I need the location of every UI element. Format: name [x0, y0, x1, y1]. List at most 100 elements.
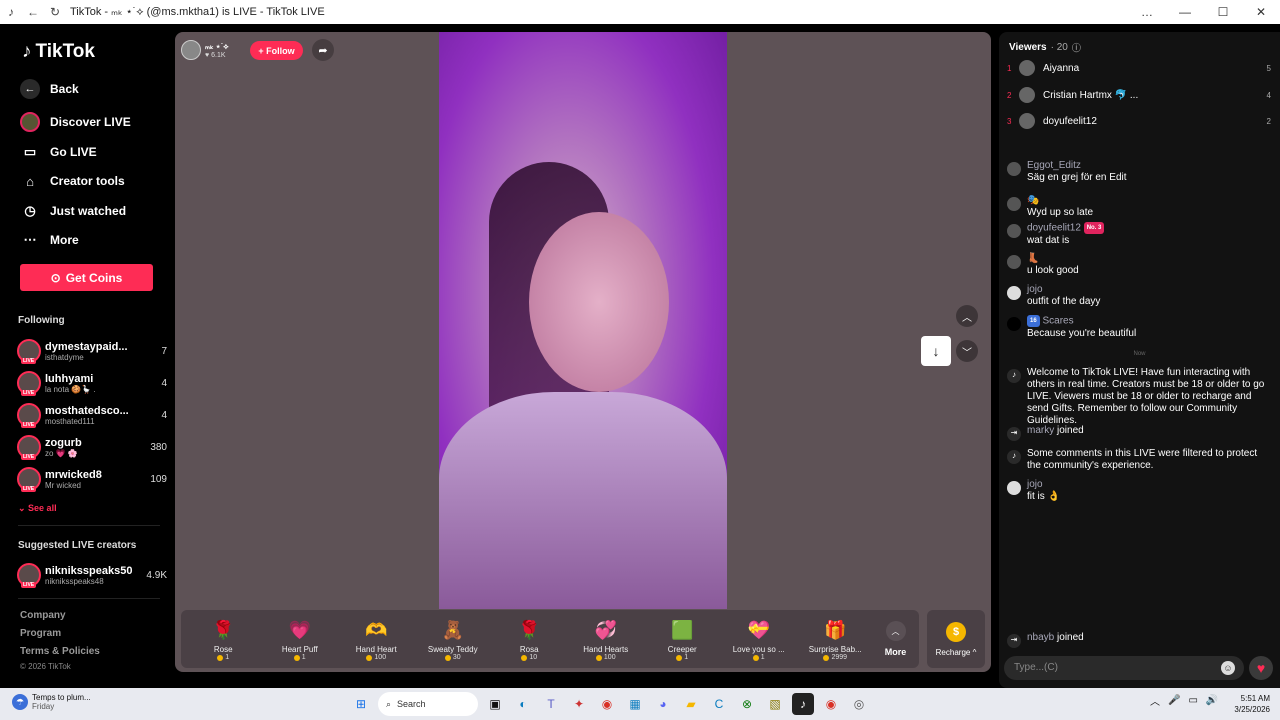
- avatar[interactable]: [1007, 317, 1021, 331]
- back-arrow-icon[interactable]: ←: [22, 5, 44, 19]
- gift-item[interactable]: 💞 Hand Hearts 100: [568, 617, 645, 662]
- gift-item[interactable]: 🟩 Creeper 1: [644, 617, 721, 662]
- avatar[interactable]: [1007, 162, 1021, 176]
- following-item[interactable]: LIVE mrwicked8 Mr wicked 109: [17, 464, 167, 494]
- divider: [18, 598, 160, 599]
- get-coins-button[interactable]: ⊙ Get Coins: [20, 264, 153, 291]
- back-button[interactable]: ← Back: [20, 79, 79, 99]
- chat-username[interactable]: jojo: [1027, 284, 1100, 296]
- teams-icon[interactable]: T: [540, 693, 562, 715]
- task-view-icon[interactable]: ▣: [484, 693, 506, 715]
- close-icon[interactable]: ✕: [1242, 5, 1280, 19]
- viewer-row[interactable]: 2 Cristian Hartmx 🐬 ... 4: [1007, 85, 1271, 105]
- avatar[interactable]: [1007, 481, 1021, 495]
- minimize-icon[interactable]: —: [1166, 5, 1204, 19]
- avatar[interactable]: [1007, 224, 1021, 238]
- nav-more[interactable]: ⋯ More: [20, 230, 79, 250]
- chat-username[interactable]: Eggot_Editz: [1027, 160, 1127, 172]
- host-info[interactable]: ₘₖ ⋆˙⟡ ♥ 6.1K: [181, 39, 239, 61]
- gift-price-value: 30: [452, 654, 461, 661]
- download-icon[interactable]: ↓: [921, 336, 951, 366]
- suggested-item[interactable]: LIVE nikniksspeaks50 nikniksspeaks48 4.9K: [17, 560, 167, 590]
- weather-widget[interactable]: ☂ Temps to plum... Friday: [12, 693, 91, 711]
- file-explorer-icon[interactable]: ▰: [680, 693, 702, 715]
- coin-icon: $: [946, 621, 966, 642]
- chevron-up-icon[interactable]: ︿: [1150, 693, 1160, 708]
- discord-icon[interactable]: ◕: [652, 693, 674, 715]
- following-item[interactable]: LIVE luhhyami la nota 🍪🪿 . 4: [17, 368, 167, 398]
- chat-input[interactable]: Type...(C): [1004, 656, 1244, 680]
- reload-icon[interactable]: ↻: [44, 5, 66, 19]
- copilot-icon[interactable]: ✦: [568, 693, 590, 715]
- chat-username[interactable]: 👢: [1027, 253, 1079, 265]
- video-shirt: [439, 392, 727, 609]
- store-icon[interactable]: ▦: [624, 693, 646, 715]
- viewer-name: doyufeelit12: [1043, 115, 1097, 127]
- chat-username[interactable]: jojo: [1027, 479, 1060, 491]
- share-icon[interactable]: ➦: [312, 39, 334, 61]
- app-c-icon[interactable]: C: [708, 693, 730, 715]
- nav-go-live[interactable]: ▭ Go LIVE: [20, 142, 97, 162]
- chat-username[interactable]: 🎭: [1027, 195, 1093, 207]
- chat-username[interactable]: doyufeelit12: [1027, 223, 1081, 234]
- chrome-icon-2[interactable]: ◉: [820, 693, 842, 715]
- following-item[interactable]: LIVE mosthatedsco... mosthated111 4: [17, 400, 167, 430]
- more-gifts-button[interactable]: ︿ More: [874, 621, 918, 657]
- gift-item[interactable]: 🌹 Rose 1: [185, 617, 262, 662]
- following-item[interactable]: LIVE dymestaypaid... isthatdyme 7: [17, 336, 167, 366]
- chat-username[interactable]: Scares: [1042, 316, 1073, 327]
- tiktok-note-icon: ♪: [1007, 450, 1021, 464]
- avatar[interactable]: [1007, 255, 1021, 269]
- chat-username[interactable]: marky: [1027, 425, 1054, 436]
- nav-discover-live[interactable]: Discover LIVE: [20, 112, 131, 132]
- tiktok-logo[interactable]: ♪ TikTok: [22, 41, 95, 63]
- footer-terms[interactable]: Terms & Policies: [20, 646, 100, 657]
- recharge-button[interactable]: $ Recharge ^: [927, 610, 985, 668]
- following-item[interactable]: LIVE zogurb zo 💗 🌸 380: [17, 432, 167, 462]
- xbox-icon[interactable]: ⊗: [736, 693, 758, 715]
- gift-item[interactable]: 🎁 Surprise Bab... 2999: [797, 617, 874, 662]
- live-video[interactable]: [439, 32, 727, 609]
- chrome-icon[interactable]: ◉: [596, 693, 618, 715]
- avatar[interactable]: [1007, 286, 1021, 300]
- heart-icon[interactable]: ♥: [1249, 656, 1273, 680]
- chevron-up-icon[interactable]: ︿: [956, 305, 978, 327]
- chevron-up-icon: ︿: [885, 621, 906, 641]
- avatar[interactable]: [1007, 197, 1021, 211]
- gift-bar: 🌹 Rose 1 💗 Heart Puff 1 🫶 Hand Heart 100 🧸 Swea…: [181, 610, 919, 668]
- follow-button[interactable]: + Follow: [250, 41, 303, 60]
- chat-username[interactable]: nbayb: [1027, 632, 1054, 643]
- display-icon[interactable]: ▭: [1188, 695, 1197, 706]
- window-menu-icon[interactable]: …: [1128, 5, 1166, 19]
- gift-item[interactable]: 💝 Love you so ... 1: [721, 617, 798, 662]
- maximize-icon[interactable]: ☐: [1204, 5, 1242, 19]
- viewer-row[interactable]: 3 doyufeelit12 2: [1007, 111, 1271, 131]
- app-icon[interactable]: ▧: [764, 693, 786, 715]
- viewer-row[interactable]: 1 Aiyanna 5: [1007, 58, 1271, 78]
- footer-company[interactable]: Company: [20, 610, 66, 621]
- footer-program[interactable]: Program: [20, 628, 61, 639]
- tiktok-taskbar-icon[interactable]: ♪: [792, 693, 814, 715]
- gift-item[interactable]: 🧸 Sweaty Teddy 30: [415, 617, 492, 662]
- microphone-icon[interactable]: 🎤: [1168, 695, 1180, 706]
- gift-item[interactable]: 🫶 Hand Heart 100: [338, 617, 415, 662]
- viewer-count: 4: [161, 377, 167, 389]
- info-icon[interactable]: ⓘ: [1072, 41, 1081, 54]
- volume-icon[interactable]: 🔊: [1206, 695, 1218, 706]
- emoji-icon[interactable]: ☺: [1221, 661, 1235, 675]
- windows-start-icon[interactable]: ⊞: [350, 693, 372, 715]
- app-icon-2[interactable]: ◎: [848, 693, 870, 715]
- edge-icon[interactable]: ◐: [512, 693, 534, 715]
- nav-just-watched[interactable]: ◷ Just watched: [20, 201, 126, 221]
- see-all-link[interactable]: ⌄ See all: [18, 503, 57, 514]
- gift-item[interactable]: 🌹 Rosa 10: [491, 617, 568, 662]
- gift-item[interactable]: 💗 Heart Puff 1: [262, 617, 339, 662]
- clock[interactable]: 5:51 AM 3/25/2026: [1226, 693, 1270, 715]
- back-label: Back: [50, 82, 79, 96]
- taskbar-search[interactable]: ⌕ Search: [378, 692, 478, 716]
- coin-icon: [752, 654, 759, 661]
- nav-creator-tools[interactable]: ⌂ Creator tools: [20, 171, 125, 191]
- search-label: Search: [397, 699, 426, 709]
- coin-icon: [217, 654, 224, 661]
- chevron-down-icon[interactable]: ﹀: [956, 340, 978, 362]
